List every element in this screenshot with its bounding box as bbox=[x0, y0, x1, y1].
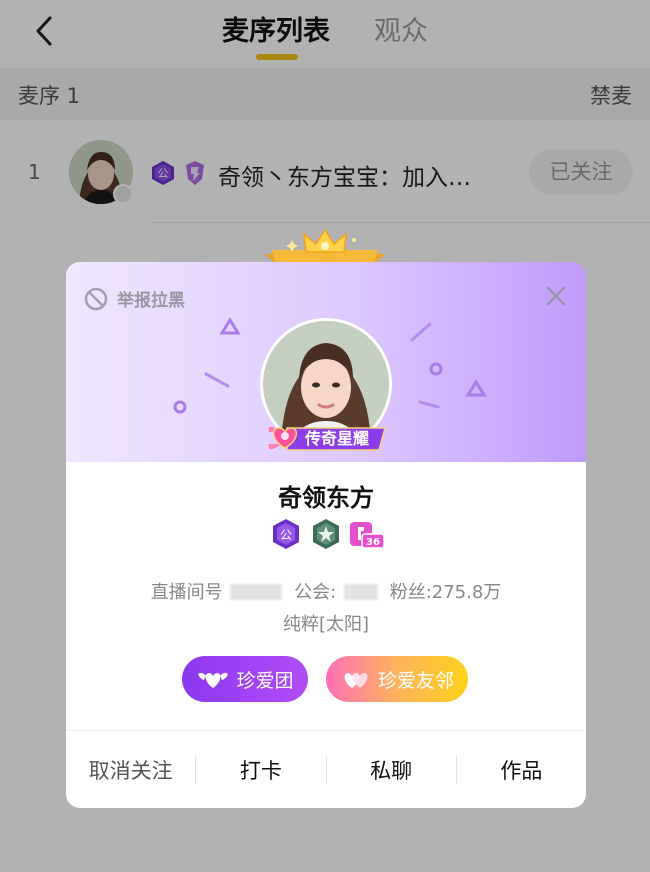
guild-label: 公会: bbox=[294, 582, 337, 603]
close-icon[interactable] bbox=[544, 284, 568, 308]
room-number-label: 直播间号 bbox=[150, 582, 223, 603]
profile-info-line: 直播间号 公会: 粉丝:275.8万 bbox=[66, 578, 586, 604]
profile-tag-line: 纯粹[太阳] bbox=[282, 614, 370, 635]
profile-actions: 取消关注 打卡 私聊 作品 bbox=[66, 731, 586, 808]
report-block-button[interactable]: 举报拉黑 bbox=[84, 286, 185, 311]
check-in-button[interactable]: 打卡 bbox=[196, 755, 325, 785]
block-icon bbox=[84, 287, 108, 310]
works-button[interactable]: 作品 bbox=[457, 755, 586, 785]
winged-heart-icon bbox=[198, 672, 229, 688]
private-chat-button[interactable]: 私聊 bbox=[327, 755, 456, 785]
unfollow-button[interactable]: 取消关注 bbox=[66, 755, 195, 785]
fan-team-label: 珍爱团 bbox=[236, 669, 294, 692]
svg-text:36: 36 bbox=[366, 537, 380, 548]
profile-card-header: 举报拉黑 传奇星耀 bbox=[66, 262, 586, 462]
profile-name: 奇领东方 bbox=[278, 484, 374, 512]
room-number-redacted bbox=[230, 584, 283, 600]
level-badge-icon: 36 bbox=[350, 522, 384, 549]
double-heart-icon bbox=[344, 673, 368, 688]
badge-row: 公 36 bbox=[273, 519, 384, 549]
guild-badge-icon: 公 bbox=[273, 519, 299, 549]
friend-neighbor-label: 珍爱友邻 bbox=[377, 669, 454, 692]
friend-neighbor-button[interactable]: 珍爱友邻 bbox=[326, 656, 468, 702]
profile-card: 举报拉黑 传奇星耀 奇领东方 公 36 直播间号 公会: 粉丝:275.8万 纯… bbox=[66, 262, 586, 808]
rank-title: 传奇星耀 bbox=[305, 429, 370, 448]
fan-team-button[interactable]: 珍爱团 bbox=[182, 656, 308, 702]
svg-text:公: 公 bbox=[280, 528, 292, 542]
report-label: 举报拉黑 bbox=[117, 291, 185, 311]
guild-name-redacted bbox=[343, 584, 378, 600]
star-badge-icon bbox=[313, 519, 339, 549]
fans-count: 粉丝:275.8万 bbox=[389, 582, 502, 603]
